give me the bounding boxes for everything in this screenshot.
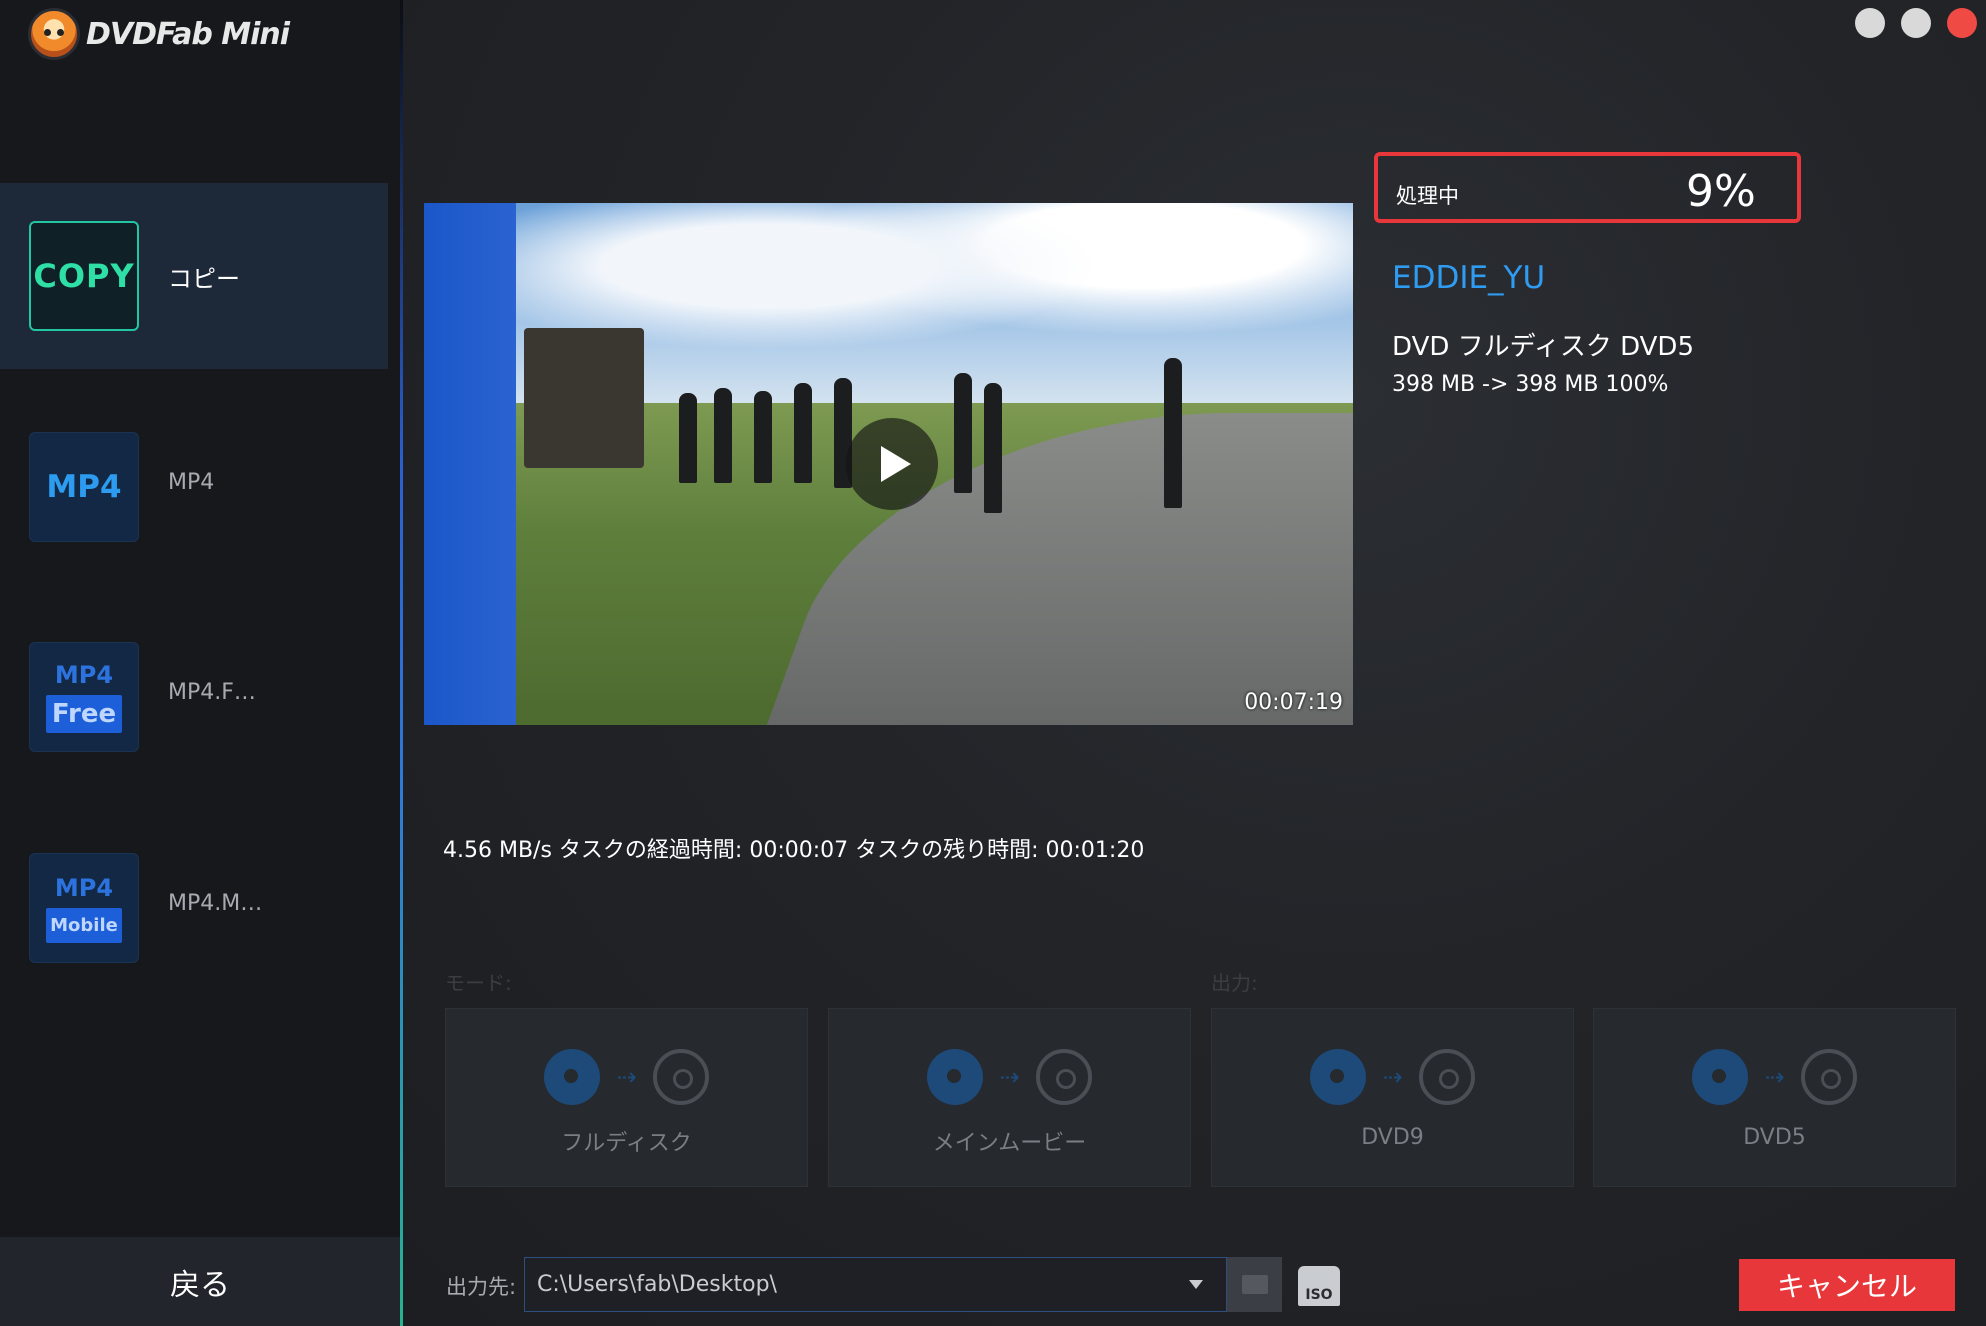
disc-icon [1692,1049,1749,1105]
badge-box-text: Mobile [46,907,122,943]
arrow-icon: ⇢ [1382,1063,1403,1091]
progress-percent: 9% [1686,166,1756,217]
video-person [679,393,697,483]
mode-icons: ⇢ [1212,1049,1573,1105]
mode-label: メインムービー [932,1131,1087,1156]
mp4-mobile-badge-icon: MP4 Mobile [29,853,139,963]
output-path-value: C:\Users\fab\Desktop\ [537,1272,777,1297]
app-window: DVDFab Mini COPY コピー MP4 MP4 MP4 Free MP… [0,0,1986,1326]
sidebar-item-label: MP4.M… [168,891,263,916]
arrow-icon: ⇢ [1764,1063,1785,1091]
output-section-label: 出力: [1211,971,1258,995]
back-button[interactable]: 戻る [0,1237,400,1326]
sidebar-item-label: MP4.F… [168,680,256,705]
disc-icon [544,1049,601,1105]
disc-icon [1310,1049,1367,1105]
sidebar-item-label: コピー [168,265,240,293]
mode-dvd5[interactable]: ⇢ DVD5 [1593,1008,1956,1187]
sidebar-item-mp4-free[interactable]: MP4 Free MP4.F… [0,604,388,790]
play-icon [881,446,911,482]
sidebar-item-mp4[interactable]: MP4 MP4 [0,394,388,580]
video-timestamp: 00:07:19 [1244,690,1343,715]
logo-text: DVDFab Mini [86,16,290,52]
logo-mascot-icon [28,8,80,60]
disc-icon [652,1049,709,1105]
close-button[interactable] [1947,8,1977,38]
video-edge-band [424,203,516,725]
video-truck [524,328,644,468]
mode-icons: ⇢ [829,1049,1190,1105]
video-person [754,391,772,483]
cancel-button[interactable]: キャンセル [1739,1259,1955,1311]
video-person [1164,358,1182,508]
mode-dvd9[interactable]: ⇢ DVD9 [1211,1008,1574,1187]
mode-label: DVD9 [1361,1125,1424,1150]
mode-main-movie[interactable]: ⇢ メインムービー [828,1008,1191,1187]
cancel-label: キャンセル [1776,1270,1917,1303]
iso-icon: ISO [1298,1266,1340,1306]
video-person [954,373,972,493]
browse-folder-button[interactable] [1227,1257,1282,1312]
mode-full-disc[interactable]: ⇢ フルディスク [445,1008,808,1187]
mode-section-label: モード: [445,971,512,995]
dvd9-disc-icon [1418,1049,1475,1105]
badge-top-text: MP4 [54,661,114,689]
copy-badge-icon: COPY [29,221,139,331]
mode-icons: ⇢ [1594,1049,1955,1105]
arrow-icon: ⇢ [616,1063,637,1091]
mode-label: フルディスク [561,1131,692,1156]
chevron-down-icon[interactable] [1189,1280,1203,1289]
sidebar-item-label: MP4 [168,470,215,495]
progress-status: 処理中 9% [1374,152,1801,223]
sidebar: DVDFab Mini COPY コピー MP4 MP4 MP4 Free MP… [0,0,400,1326]
mp4-badge-icon: MP4 [29,432,139,542]
disc-size: 398 MB -> 398 MB 100% [1392,372,1669,397]
play-button[interactable] [846,418,938,510]
output-path-select[interactable]: C:\Users\fab\Desktop\ [524,1257,1227,1312]
mode-label: DVD5 [1743,1125,1806,1150]
video-person [794,383,812,483]
film-reel-icon [927,1049,984,1105]
video-preview[interactable]: 00:07:19 [424,203,1353,725]
mp4-free-badge-icon: MP4 Free [29,642,139,752]
folder-icon [1241,1275,1268,1294]
minimize-button[interactable] [1855,8,1885,38]
badge-top-text: MP4 [54,873,114,902]
video-person [714,388,732,483]
progress-label: 処理中 [1396,184,1459,208]
maximize-button[interactable] [1901,8,1931,38]
mode-icons: ⇢ [446,1049,807,1105]
badge-box-text: Free [45,695,123,733]
output-label: 出力先: [446,1275,517,1299]
video-person [984,383,1002,513]
iso-button[interactable]: ISO [1298,1266,1340,1306]
app-logo: DVDFab Mini [28,6,290,62]
arrow-icon: ⇢ [999,1063,1020,1091]
dvd5-disc-icon [1800,1049,1857,1105]
disc-icon [1035,1049,1092,1105]
back-label: 戻る [170,1267,230,1303]
task-stats: 4.56 MB/s タスクの経過時間: 00:00:07 タスクの残り時間: 0… [443,838,1145,863]
disc-type: DVD フルディスク DVD5 [1392,332,1694,362]
sidebar-item-mp4-mobile[interactable]: MP4 Mobile MP4.M… [0,815,388,1001]
sidebar-item-copy[interactable]: COPY コピー [0,183,388,369]
disc-title: EDDIE_YU [1392,260,1546,296]
